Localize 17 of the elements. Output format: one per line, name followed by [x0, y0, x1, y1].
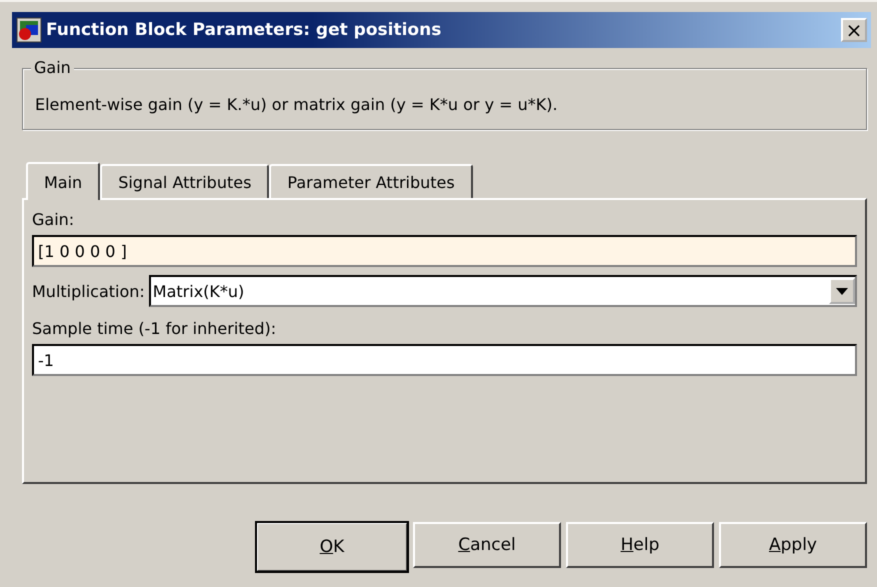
field-label: Multiplication: [32, 282, 145, 300]
dialog-button[interactable]: OK [256, 522, 408, 572]
description-text: Element-wise gain (y = K.*u) or matrix gain (y = K*u or y = u*K). [35, 95, 558, 114]
tab[interactable]: Parameter Attributes [269, 164, 473, 198]
dialog-button[interactable]: Cancel [413, 522, 561, 568]
app-icon [16, 17, 42, 43]
tab[interactable]: Signal Attributes [100, 164, 270, 198]
dialog-button[interactable]: Apply [719, 522, 867, 568]
close-button[interactable]: × [841, 18, 867, 42]
input-field[interactable]: [1 0 0 0 0 ] [32, 235, 857, 267]
input-field[interactable]: -1 [32, 344, 857, 376]
dialog-button[interactable]: Help [566, 522, 714, 568]
field-label: Gain: [32, 210, 76, 229]
window-title: Function Block Parameters: get positions [46, 20, 442, 40]
field-label: Sample time (-1 for inherited): [32, 319, 278, 338]
dropdown-field[interactable]: Matrix(K*u) [148, 275, 857, 307]
tab[interactable]: Main [26, 162, 100, 200]
